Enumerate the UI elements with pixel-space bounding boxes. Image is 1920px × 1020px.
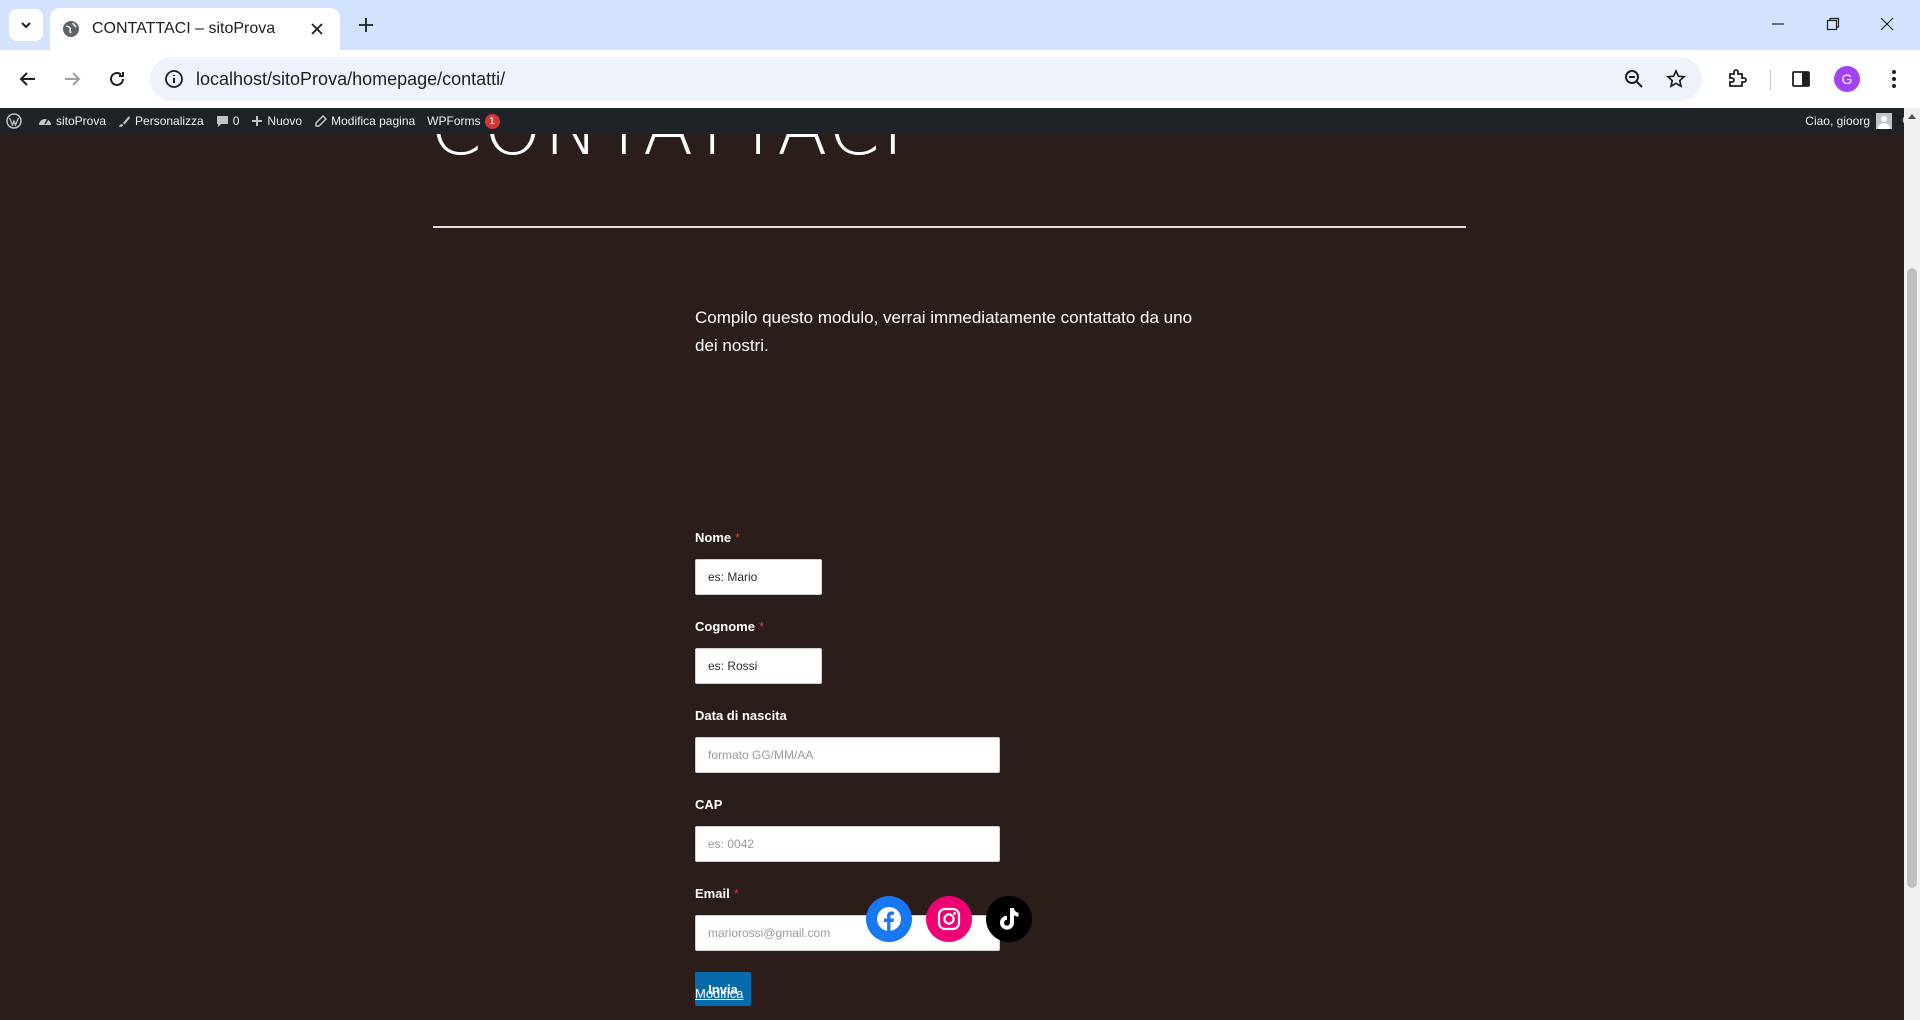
comment-icon [216, 115, 228, 127]
extensions-icon[interactable] [1723, 65, 1751, 93]
comments-menu[interactable]: 0 [210, 108, 246, 134]
scroll-up-icon[interactable] [1908, 114, 1916, 119]
restore-button[interactable] [1813, 8, 1853, 40]
intro-text: Compilo questo modulo, verrai immediatam… [695, 308, 1193, 355]
customize-label: Personalizza [135, 114, 204, 128]
address-bar[interactable]: localhost/sitoProva/homepage/contatti/ [150, 57, 1702, 101]
site-info-icon[interactable] [162, 67, 186, 91]
email-label: Email * [695, 886, 739, 901]
new-tab-button[interactable] [352, 11, 380, 39]
dashboard-icon [39, 118, 51, 125]
tab-search-button[interactable] [9, 9, 43, 41]
page-title: CONTATTACI [430, 134, 906, 172]
url-text: localhost/sitoProva/homepage/contatti/ [196, 69, 506, 89]
user-avatar [1876, 113, 1892, 129]
arrow-right-icon [65, 72, 81, 86]
instagram-icon[interactable] [926, 896, 972, 942]
pencil-icon [315, 114, 328, 127]
side-panel-icon[interactable] [1787, 65, 1815, 93]
wpforms-label: WPForms [427, 114, 481, 128]
forward-button[interactable] [56, 63, 88, 95]
site-name-menu[interactable]: sitoProva [32, 108, 112, 134]
edit-link[interactable]: Modifica [695, 986, 743, 1001]
wordpress-logo-icon [6, 113, 22, 129]
edit-page-label: Modifica pagina [331, 114, 416, 128]
cap-input[interactable] [695, 826, 1000, 862]
tab-strip: CONTATTACI – sitoProva [0, 0, 1920, 50]
active-tab[interactable]: CONTATTACI – sitoProva [50, 8, 340, 50]
wordpress-menu[interactable] [0, 108, 32, 134]
required-mark: * [735, 530, 741, 545]
site-name: sitoProva [56, 114, 107, 128]
customize-menu[interactable]: Personalizza [112, 108, 210, 134]
facebook-icon[interactable] [866, 896, 912, 942]
tiktok-icon[interactable] [986, 896, 1032, 942]
required-mark: * [733, 886, 739, 901]
toolbar-divider [1770, 70, 1771, 90]
cap-label: CAP [695, 797, 723, 812]
required-mark: * [758, 619, 765, 634]
brush-icon [119, 115, 131, 127]
edit-page-menu[interactable]: Modifica pagina [308, 108, 421, 134]
scrollbar-thumb[interactable] [1907, 268, 1917, 888]
data-nascita-label: Data di nascita [695, 708, 787, 723]
close-icon [1880, 17, 1894, 31]
zoom-icon[interactable] [1622, 67, 1646, 91]
cognome-input[interactable] [695, 648, 822, 684]
close-tab-icon[interactable] [306, 18, 328, 40]
reload-button[interactable] [101, 63, 133, 95]
wpforms-menu[interactable]: WPForms 1 [421, 108, 505, 134]
minimize-button[interactable] [1758, 8, 1798, 40]
social-links [866, 896, 1032, 942]
plus-icon [359, 18, 373, 32]
cognome-label: Cognome * [695, 619, 765, 634]
tab-title: CONTATTACI – sitoProva [92, 20, 276, 37]
page-content: CONTATTACI Compilo questo modulo, verrai… [0, 134, 1904, 1020]
greeting-text: Ciao, gioorg [1805, 114, 1870, 128]
reload-icon [110, 71, 124, 86]
wp-admin-bar: sitoProva Personalizza 0 Nuovo Modifica … [0, 108, 1920, 134]
globe-icon [62, 20, 80, 38]
chevron-down-icon [21, 22, 31, 29]
arrow-left-icon [19, 72, 35, 86]
close-window-button[interactable] [1867, 8, 1907, 40]
restore-icon [1826, 17, 1840, 31]
comments-count: 0 [232, 114, 240, 128]
data-nascita-input[interactable] [695, 737, 1000, 773]
plus-icon [252, 116, 263, 126]
back-button[interactable] [12, 63, 44, 95]
page-scrollbar[interactable] [1904, 108, 1920, 1020]
minimize-icon [1772, 23, 1784, 25]
bookmark-star-icon[interactable] [1664, 67, 1688, 91]
nome-input[interactable] [695, 559, 822, 595]
title-divider [433, 226, 1466, 228]
new-content-menu[interactable]: Nuovo [245, 108, 308, 134]
nome-label: Nome * [695, 530, 741, 545]
more-menu-icon[interactable] [1880, 65, 1908, 93]
browser-toolbar: localhost/sitoProva/homepage/contatti/ G [0, 50, 1920, 108]
profile-avatar[interactable]: G [1834, 66, 1860, 92]
account-menu[interactable]: Ciao, gioorg [1805, 108, 1916, 134]
new-label: Nuovo [267, 114, 303, 128]
notification-badge: 1 [484, 113, 500, 129]
